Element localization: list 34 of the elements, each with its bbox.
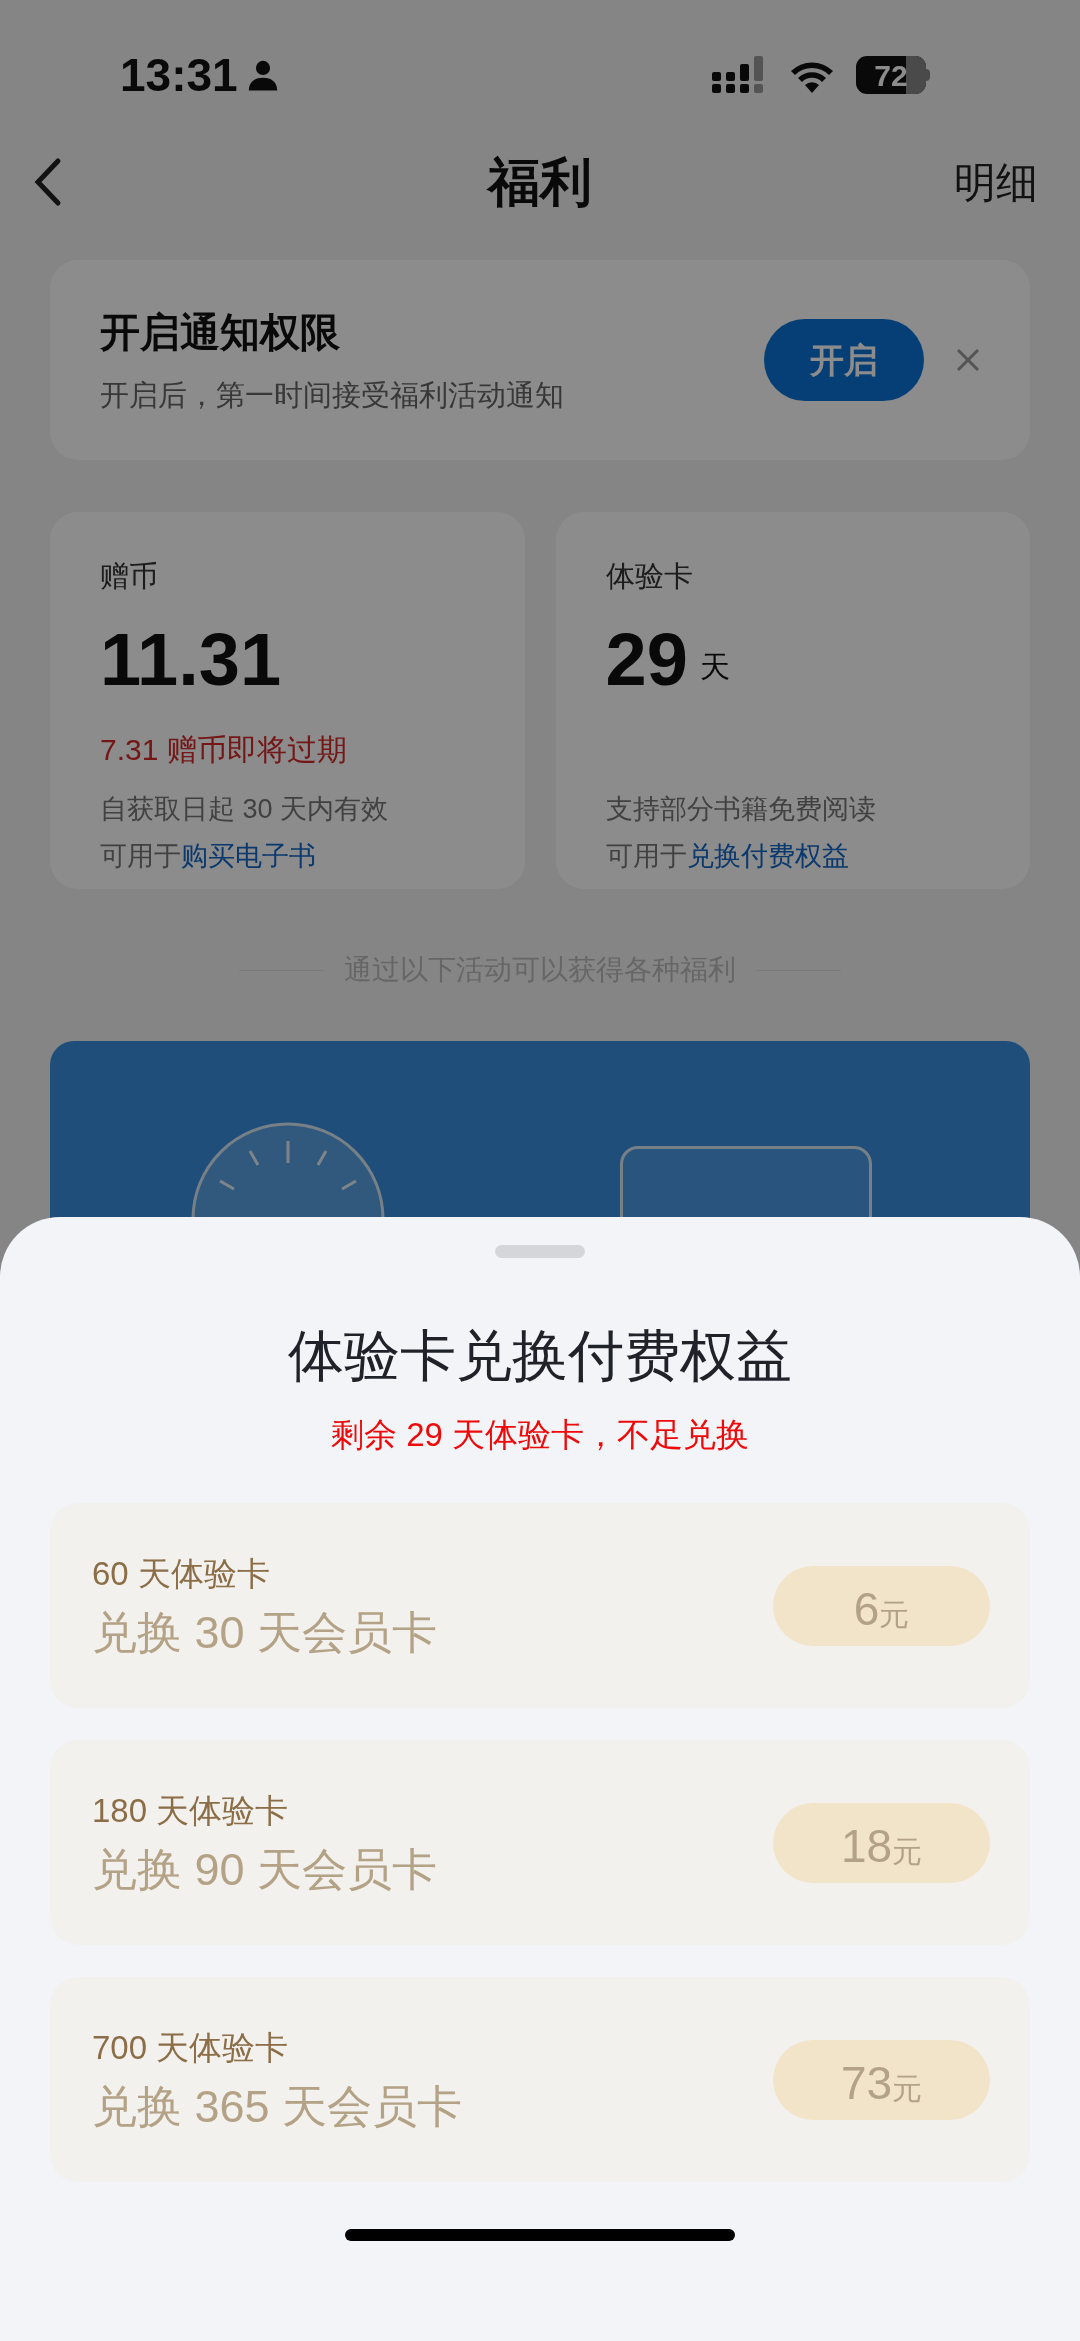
stat-label: 体验卡: [605, 562, 694, 591]
price-button[interactable]: 73元: [773, 2039, 990, 2120]
close-icon[interactable]: [956, 348, 980, 372]
sheet-notice: 剩余 29 天体验卡，不足兑换: [330, 1418, 749, 1451]
usage-link[interactable]: 兑换付费权益: [686, 835, 849, 876]
option-card-label: 180 天体验卡: [92, 1793, 290, 1827]
stat-value: 29: [605, 623, 688, 697]
expiry-warning: 7.31 赠币即将过期: [100, 733, 347, 766]
enable-button[interactable]: 开启: [764, 319, 924, 401]
stat-note: 自获取日起 30 天内有效: [100, 793, 390, 826]
option-reward: 兑换 365 天会员卡: [92, 2083, 464, 2129]
status-time: 13:31: [120, 47, 238, 103]
exchange-option[interactable]: 700 天体验卡 兑换 365 天会员卡 73元: [50, 1977, 1030, 2182]
details-link[interactable]: 明细: [954, 150, 1038, 214]
drag-handle[interactable]: [495, 1245, 585, 1258]
stat-note: 支持部分书籍免费阅读: [605, 793, 877, 826]
usage-label: 可用于: [100, 839, 181, 873]
stat-label: 赠币: [100, 562, 159, 591]
option-card-label: 700 天体验卡: [92, 2030, 290, 2064]
option-reward: 兑换 30 天会员卡: [92, 1609, 439, 1655]
stat-unit: 天: [699, 649, 730, 685]
notification-title: 开启通知权限: [100, 307, 341, 358]
option-card-label: 60 天体验卡: [92, 1556, 271, 1590]
page-title: 福利: [488, 152, 592, 213]
usage-link[interactable]: 购买电子书: [181, 835, 316, 876]
exchange-option[interactable]: 180 天体验卡 兑换 90 天会员卡 18元: [50, 1740, 1030, 1945]
price-button[interactable]: 18元: [773, 1802, 990, 1883]
price-button[interactable]: 6元: [773, 1565, 990, 1646]
notification-subtitle: 开启后，第一时间接受福利活动通知: [100, 378, 565, 414]
usage-label: 可用于: [605, 839, 687, 873]
option-reward: 兑换 90 天会员卡: [92, 1846, 439, 1892]
exchange-option[interactable]: 60 天体验卡 兑换 30 天会员卡 6元: [50, 1503, 1030, 1708]
stat-value: 11.31: [100, 623, 282, 697]
sheet-title: 体验卡兑换付费权益: [288, 1328, 792, 1384]
